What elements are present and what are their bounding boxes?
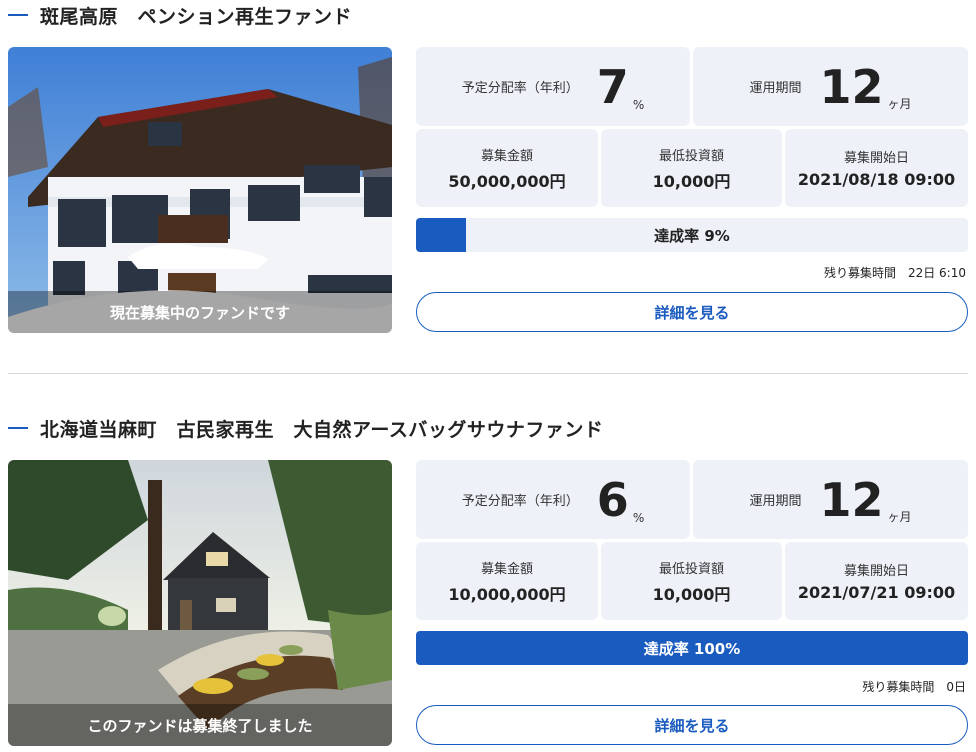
fund-title: 斑尾高原 ペンション再生ファンド bbox=[8, 0, 352, 30]
start-date-panel: 募集開始日 2021/08/18 09:00 bbox=[785, 129, 968, 207]
detail-button[interactable]: 詳細を見る bbox=[416, 705, 968, 745]
period-label: 運用期間 bbox=[749, 81, 802, 96]
period-unit: ヶ月 bbox=[887, 510, 912, 524]
min-invest-label: 最低投資額 bbox=[658, 561, 724, 577]
min-invest-panel: 最低投資額 10,000円 bbox=[601, 542, 782, 620]
fund-title-text: 斑尾高原 ペンション再生ファンド bbox=[40, 5, 353, 28]
amount-label: 募集金額 bbox=[480, 148, 533, 164]
amount-value: 50,000,000円 bbox=[448, 171, 566, 191]
min-invest-panel: 最低投資額 10,000円 bbox=[601, 129, 782, 207]
period-panel: 運用期間 12 ヶ月 bbox=[693, 47, 968, 126]
rate-label: 予定分配率（年利） bbox=[461, 494, 579, 509]
start-date-value: 2021/08/18 09:00 bbox=[797, 170, 956, 189]
progress-bar: 達成率 100% bbox=[416, 631, 968, 665]
amount-label: 募集金額 bbox=[480, 561, 533, 577]
rate-unit: % bbox=[632, 511, 645, 525]
amount-value: 10,000,000円 bbox=[448, 584, 566, 604]
min-invest-label: 最低投資額 bbox=[658, 148, 724, 164]
period-unit: ヶ月 bbox=[887, 97, 912, 111]
rate-label: 予定分配率（年利） bbox=[461, 81, 579, 96]
min-invest-value: 10,000円 bbox=[652, 171, 731, 191]
rate-value: 7 bbox=[596, 59, 629, 114]
remaining-time: 残り募集時間 0日 bbox=[862, 680, 966, 694]
period-value: 12 bbox=[819, 472, 884, 527]
remaining-time: 残り募集時間 22日 6:10 bbox=[823, 266, 966, 280]
title-dash bbox=[8, 427, 28, 429]
period-label: 運用期間 bbox=[749, 494, 802, 509]
photo-caption: このファンドは募集終了しました bbox=[8, 704, 392, 746]
min-invest-value: 10,000円 bbox=[652, 584, 731, 604]
detail-button[interactable]: 詳細を見る bbox=[416, 292, 968, 332]
start-date-label: 募集開始日 bbox=[843, 564, 909, 579]
rate-panel: 予定分配率（年利） 7 % bbox=[416, 47, 690, 126]
period-value: 12 bbox=[819, 59, 884, 114]
photo-caption: 現在募集中のファンドです bbox=[8, 291, 392, 333]
start-date-label: 募集開始日 bbox=[843, 151, 909, 166]
fund-title: 北海道当麻町 古民家再生 大自然アースバッグサウナファンド bbox=[8, 413, 603, 443]
progress-text: 達成率 100% bbox=[643, 639, 741, 658]
progress-bar: 達成率 9% bbox=[416, 218, 968, 252]
fund-photo[interactable]: このファンドは募集終了しました bbox=[8, 460, 392, 746]
fund-photo[interactable]: 現在募集中のファンドです bbox=[8, 47, 392, 333]
amount-panel: 募集金額 10,000,000円 bbox=[416, 542, 598, 620]
start-date-value: 2021/07/21 09:00 bbox=[797, 583, 956, 602]
divider bbox=[8, 373, 968, 374]
amount-panel: 募集金額 50,000,000円 bbox=[416, 129, 598, 207]
progress-text: 達成率 9% bbox=[654, 226, 730, 245]
period-panel: 運用期間 12 ヶ月 bbox=[693, 460, 968, 539]
rate-unit: % bbox=[632, 98, 645, 112]
title-dash bbox=[8, 14, 28, 16]
rate-value: 6 bbox=[596, 472, 629, 527]
start-date-panel: 募集開始日 2021/07/21 09:00 bbox=[785, 542, 968, 620]
rate-panel: 予定分配率（年利） 6 % bbox=[416, 460, 690, 539]
fund-title-text: 北海道当麻町 古民家再生 大自然アースバッグサウナファンド bbox=[40, 418, 604, 441]
